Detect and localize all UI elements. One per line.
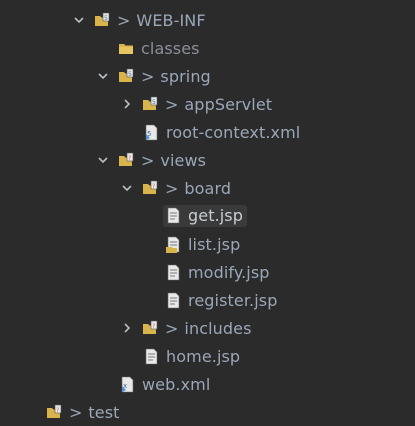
project-explorer-tree: 5 > WEB-INF classes 5 > spring 5 > appSe… [0, 0, 415, 422]
svg-text:?: ? [152, 183, 155, 190]
tree-node-get-jsp[interactable]: get.jsp [0, 202, 415, 230]
tree-node-classes[interactable]: classes [0, 34, 415, 62]
tree-node-modify-jsp[interactable]: modify.jsp [0, 258, 415, 286]
folder-source-icon: 5 [142, 96, 159, 113]
tree-node-home-jsp[interactable]: home.jsp [0, 342, 415, 370]
folder-source-icon: 5 [94, 12, 111, 29]
tree-node-test[interactable]: ? > test [0, 398, 415, 426]
tree-node-prefix: > [117, 10, 131, 30]
tree-node-label: WEB-INF [136, 10, 206, 30]
tree-node-label: test [88, 402, 120, 422]
tree-node-label: get.jsp [188, 206, 243, 225]
tree-node-label: web.xml [142, 374, 211, 394]
tree-node-label: includes [184, 318, 252, 338]
tree-node-prefix: > [165, 178, 179, 198]
jsp-file-icon [165, 207, 182, 224]
tree-node-label: root-context.xml [166, 122, 301, 142]
chevron-right-icon[interactable] [120, 97, 134, 111]
tree-node-register-jsp[interactable]: register.jsp [0, 286, 415, 314]
jsp-file-icon [165, 292, 182, 309]
tree-node-label: classes [141, 38, 200, 58]
chevron-down-icon[interactable] [96, 153, 110, 167]
jsp-file-icon [165, 264, 182, 281]
svg-text:?: ? [128, 155, 131, 162]
svg-text:5: 5 [104, 15, 108, 22]
folder-icon [118, 40, 135, 57]
tree-node-list-jsp[interactable]: list.jsp [0, 230, 415, 258]
tree-node-spring[interactable]: 5 > spring [0, 62, 415, 90]
tree-node-includes[interactable]: ? > includes [0, 314, 415, 342]
tree-node-web-inf[interactable]: 5 > WEB-INF [0, 6, 415, 34]
folder-source-icon: 5 [118, 68, 135, 85]
selection-highlight[interactable]: get.jsp [163, 205, 247, 227]
tree-node-prefix: > [165, 94, 179, 114]
jsp-file-icon [165, 236, 182, 253]
svg-text:?: ? [56, 407, 59, 414]
folder-source-icon: ? [118, 152, 135, 169]
xml-file-icon: 5 [143, 124, 160, 141]
tree-node-label: list.jsp [188, 234, 241, 254]
tree-node-views[interactable]: ? > views [0, 146, 415, 174]
tree-node-label: views [160, 150, 207, 170]
tree-node-label: spring [160, 66, 211, 86]
chevron-down-icon[interactable] [120, 181, 134, 195]
tree-node-web-xml[interactable]: x web.xml [0, 370, 415, 398]
tree-node-label: home.jsp [166, 346, 241, 366]
chevron-down-icon[interactable] [72, 13, 86, 27]
tree-node-prefix: > [165, 318, 179, 338]
tree-node-board[interactable]: ? > board [0, 174, 415, 202]
tree-node-label: modify.jsp [188, 262, 270, 282]
chevron-right-icon[interactable] [120, 321, 134, 335]
folder-source-icon: ? [142, 320, 159, 337]
jsp-file-icon [143, 348, 160, 365]
tree-node-prefix: > [141, 150, 155, 170]
folder-source-icon: ? [142, 180, 159, 197]
tree-node-root-context-xml[interactable]: 5 root-context.xml [0, 118, 415, 146]
tree-node-prefix: > [141, 66, 155, 86]
tree-node-label: board [184, 178, 232, 198]
tree-node-prefix: > [69, 402, 83, 422]
folder-source-icon: ? [46, 404, 63, 421]
tree-node-label: register.jsp [188, 290, 278, 310]
xml-file-icon: x [119, 376, 136, 393]
tree-node-appservlet[interactable]: 5 > appServlet [0, 90, 415, 118]
svg-text:?: ? [152, 323, 155, 330]
svg-text:5: 5 [128, 71, 132, 78]
chevron-down-icon[interactable] [96, 69, 110, 83]
svg-text:5: 5 [152, 99, 156, 106]
tree-node-label: appServlet [184, 94, 273, 114]
